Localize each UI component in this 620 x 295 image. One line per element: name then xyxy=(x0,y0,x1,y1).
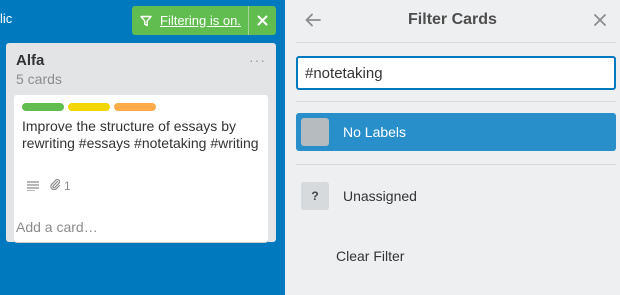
filter-item-label: Unassigned xyxy=(343,188,417,204)
board-area: lic Filtering is on. Alfa 5 cards ··· Im… xyxy=(0,0,285,295)
filter-item-unassigned[interactable]: ? Unassigned xyxy=(296,177,616,215)
card-labels xyxy=(22,103,156,111)
header-divider xyxy=(296,42,616,43)
filter-search-input[interactable] xyxy=(296,56,616,90)
card-badges: 1 xyxy=(27,178,71,193)
close-icon[interactable] xyxy=(590,10,610,30)
filter-item-label: No Labels xyxy=(343,124,407,140)
no-label-swatch xyxy=(301,118,329,146)
description-icon xyxy=(27,180,39,191)
attachment-count: 1 xyxy=(64,178,71,193)
panel-header: Filter Cards xyxy=(285,0,620,42)
filter-item-no-labels[interactable]: No Labels xyxy=(296,113,616,151)
list-card-count: 5 cards xyxy=(16,71,62,87)
paperclip-icon xyxy=(49,178,61,193)
panel-title: Filter Cards xyxy=(408,11,497,28)
label-green xyxy=(22,103,64,111)
clear-filter-button[interactable]: Clear Filter xyxy=(336,248,404,264)
filter-panel: Filter Cards No Labels ? Unassigned Clea… xyxy=(285,0,620,295)
label-yellow xyxy=(68,103,110,111)
banner-close-icon[interactable] xyxy=(248,6,276,35)
question-mark-icon: ? xyxy=(301,182,329,210)
filter-banner-label[interactable]: Filtering is on. xyxy=(160,13,241,28)
search-divider xyxy=(296,101,616,102)
filter-banner[interactable]: Filtering is on. xyxy=(132,6,276,35)
list-alfa: Alfa 5 cards ··· Improve the structure o… xyxy=(6,43,276,242)
label-orange xyxy=(114,103,156,111)
add-card-button[interactable]: Add a card… xyxy=(16,219,98,235)
board-header-fragment: lic xyxy=(0,11,13,26)
attachment-badge: 1 xyxy=(49,178,71,193)
list-menu-icon[interactable]: ··· xyxy=(249,52,266,68)
labels-divider xyxy=(296,164,616,165)
card-title: Improve the structure of essays by rewri… xyxy=(22,118,259,151)
filter-funnel-icon xyxy=(132,6,160,35)
list-title[interactable]: Alfa xyxy=(16,52,44,69)
